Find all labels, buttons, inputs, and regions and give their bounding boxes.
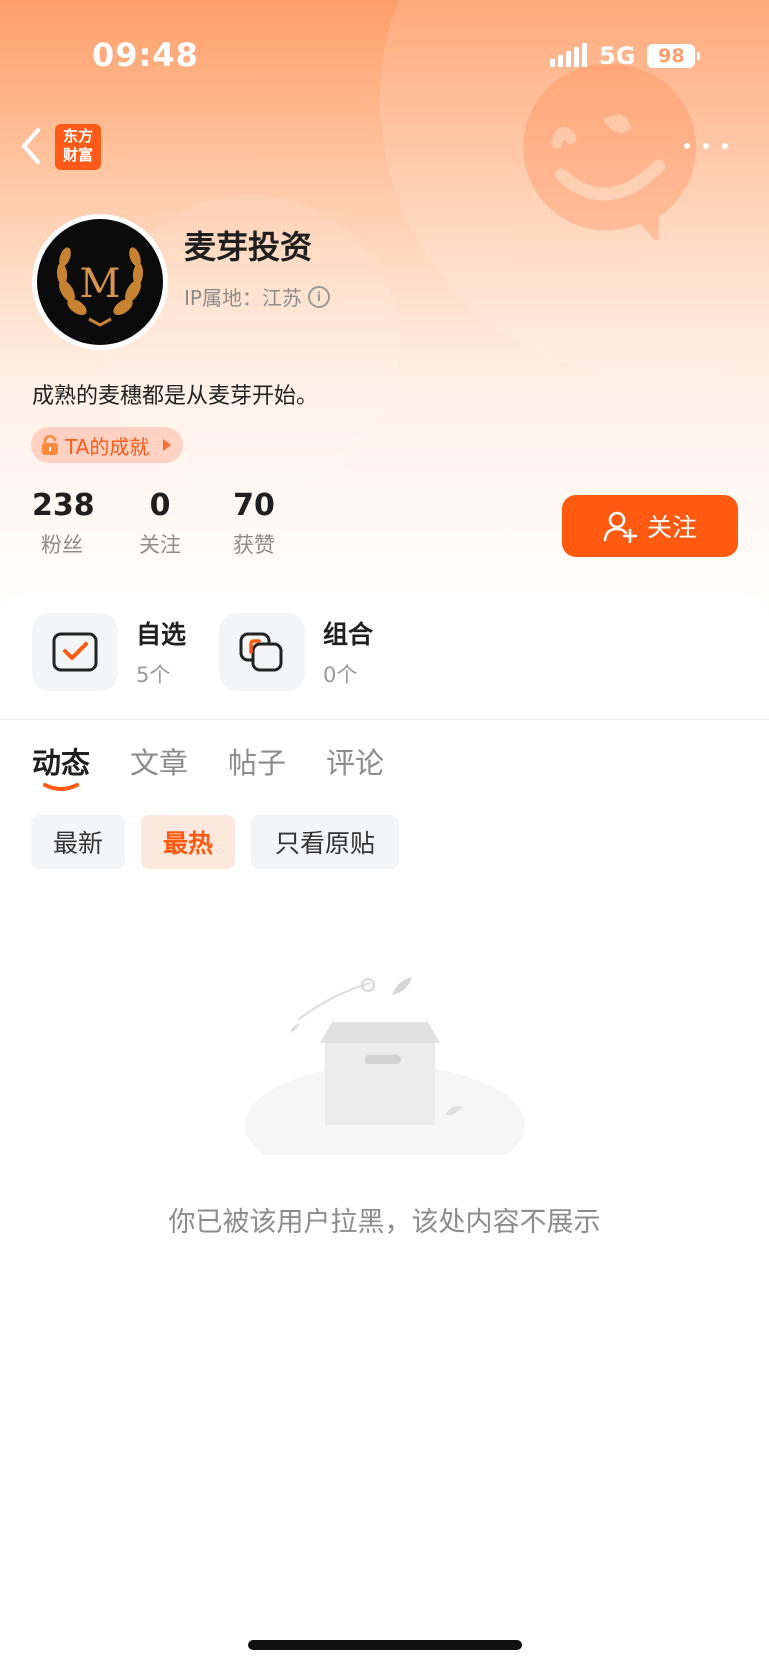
stat-followers[interactable]: 238 粉丝 [32, 488, 95, 559]
empty-state-message: 你已被该用户拉黑，该处内容不展示 [168, 1207, 601, 1238]
stat-label: 粉丝 [41, 533, 83, 557]
tab-posts[interactable]: 帖子 [228, 740, 286, 782]
stat-label: 关注 [139, 533, 181, 557]
app-logo: 东方 财富 [55, 124, 101, 170]
logo-text-line1: 东方 [62, 127, 93, 145]
portfolio-icon [239, 632, 283, 672]
stat-likes: 70 获赞 [226, 488, 282, 559]
avatar[interactable]: M [32, 214, 168, 350]
stat-number: 238 [32, 488, 95, 523]
ip-location-text: IP属地：江苏 [184, 286, 302, 310]
watchlist-title: 自选 [136, 620, 187, 649]
info-icon[interactable]: i [307, 285, 330, 308]
achievement-label: TA的成就 [65, 434, 150, 459]
network-type: 5G [599, 42, 636, 70]
status-time: 09:48 [92, 36, 199, 74]
stat-following[interactable]: 0 关注 [132, 488, 188, 559]
laurel-wreath-icon: M [56, 247, 144, 327]
back-icon[interactable] [16, 125, 46, 167]
signal-icon [550, 43, 587, 67]
stat-number: 70 [233, 488, 275, 523]
portfolio-title: 组合 [323, 620, 374, 649]
logo-text-line2: 财富 [62, 146, 93, 164]
add-user-icon [603, 511, 637, 543]
ip-location: IP属地：江苏 i [184, 282, 330, 311]
battery-icon: 98 [647, 44, 701, 68]
follow-button[interactable]: 关注 [562, 495, 738, 557]
tab-comments[interactable]: 评论 [326, 740, 384, 782]
mascot-face-decoration [523, 64, 696, 240]
watchlist-icon [52, 632, 98, 672]
tab-articles[interactable]: 文章 [130, 740, 188, 782]
filter-original-only[interactable]: 只看原贴 [251, 815, 399, 869]
portfolio-link[interactable]: 组合 0个 [219, 613, 373, 691]
filter-hottest[interactable]: 最热 [141, 815, 235, 869]
stat-number: 0 [149, 488, 171, 523]
caret-right-icon [163, 439, 172, 451]
lock-icon [42, 435, 58, 455]
portfolio-count: 0个 [323, 663, 358, 687]
tab-dynamics[interactable]: 动态 [32, 740, 90, 782]
section-divider [0, 719, 769, 720]
user-name: 麦芽投资 [184, 228, 313, 266]
watchlist-link[interactable]: 自选 5个 [32, 613, 186, 691]
status-indicators: 5G 98 [550, 42, 701, 70]
filter-newest[interactable]: 最新 [31, 815, 125, 869]
stat-label: 获赞 [233, 533, 275, 557]
empty-box-illustration [245, 977, 525, 1155]
follow-button-label: 关注 [646, 513, 697, 542]
avatar-letter: M [80, 261, 121, 307]
more-options-icon[interactable] [684, 131, 728, 161]
home-indicator [248, 1640, 522, 1650]
achievement-button[interactable]: TA的成就 [31, 427, 184, 463]
user-bio: 成熟的麦穗都是从麦芽开始。 [32, 384, 319, 409]
active-tab-underline [43, 783, 79, 791]
watchlist-count: 5个 [136, 663, 171, 687]
